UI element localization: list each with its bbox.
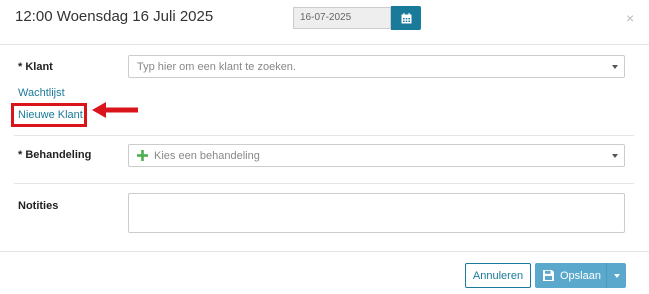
klant-label: * Klant — [18, 61, 53, 73]
save-button[interactable]: Opslaan — [535, 263, 626, 288]
chevron-down-icon — [613, 273, 620, 278]
plus-icon — [137, 150, 148, 161]
close-icon[interactable]: × — [626, 10, 634, 26]
divider — [0, 44, 649, 45]
notities-textarea[interactable] — [128, 193, 625, 233]
notities-label: Notities — [18, 200, 59, 212]
save-options-dropdown[interactable] — [606, 263, 626, 288]
red-arrow-icon — [92, 102, 138, 118]
nieuwe-klant-link[interactable]: Nieuwe Klant — [18, 109, 83, 121]
save-label: Opslaan — [560, 269, 601, 282]
klant-placeholder: Typ hier om een klant te zoeken. — [137, 60, 296, 73]
page-title: 12:00 Woensdag 16 Juli 2025 — [15, 8, 214, 25]
appointment-modal: 12:00 Woensdag 16 Juli 2025 16-07-2025 ×… — [0, 0, 649, 294]
behandeling-select[interactable]: Kies een behandeling — [128, 144, 625, 167]
calendar-icon — [401, 12, 411, 23]
behandeling-label: * Behandeling — [18, 149, 92, 161]
calendar-button[interactable] — [391, 6, 421, 30]
behandeling-placeholder: Kies een behandeling — [154, 149, 260, 162]
divider — [14, 183, 634, 184]
floppy-disk-icon — [543, 270, 554, 281]
cancel-button[interactable]: Annuleren — [465, 263, 531, 288]
date-field[interactable]: 16-07-2025 — [293, 7, 391, 29]
divider — [0, 251, 649, 252]
divider — [14, 135, 634, 136]
chevron-down-icon — [612, 64, 618, 69]
wachtlijst-link[interactable]: Wachtlijst — [18, 87, 65, 99]
klant-search-input[interactable]: Typ hier om een klant te zoeken. — [128, 55, 625, 78]
chevron-down-icon — [612, 153, 618, 158]
